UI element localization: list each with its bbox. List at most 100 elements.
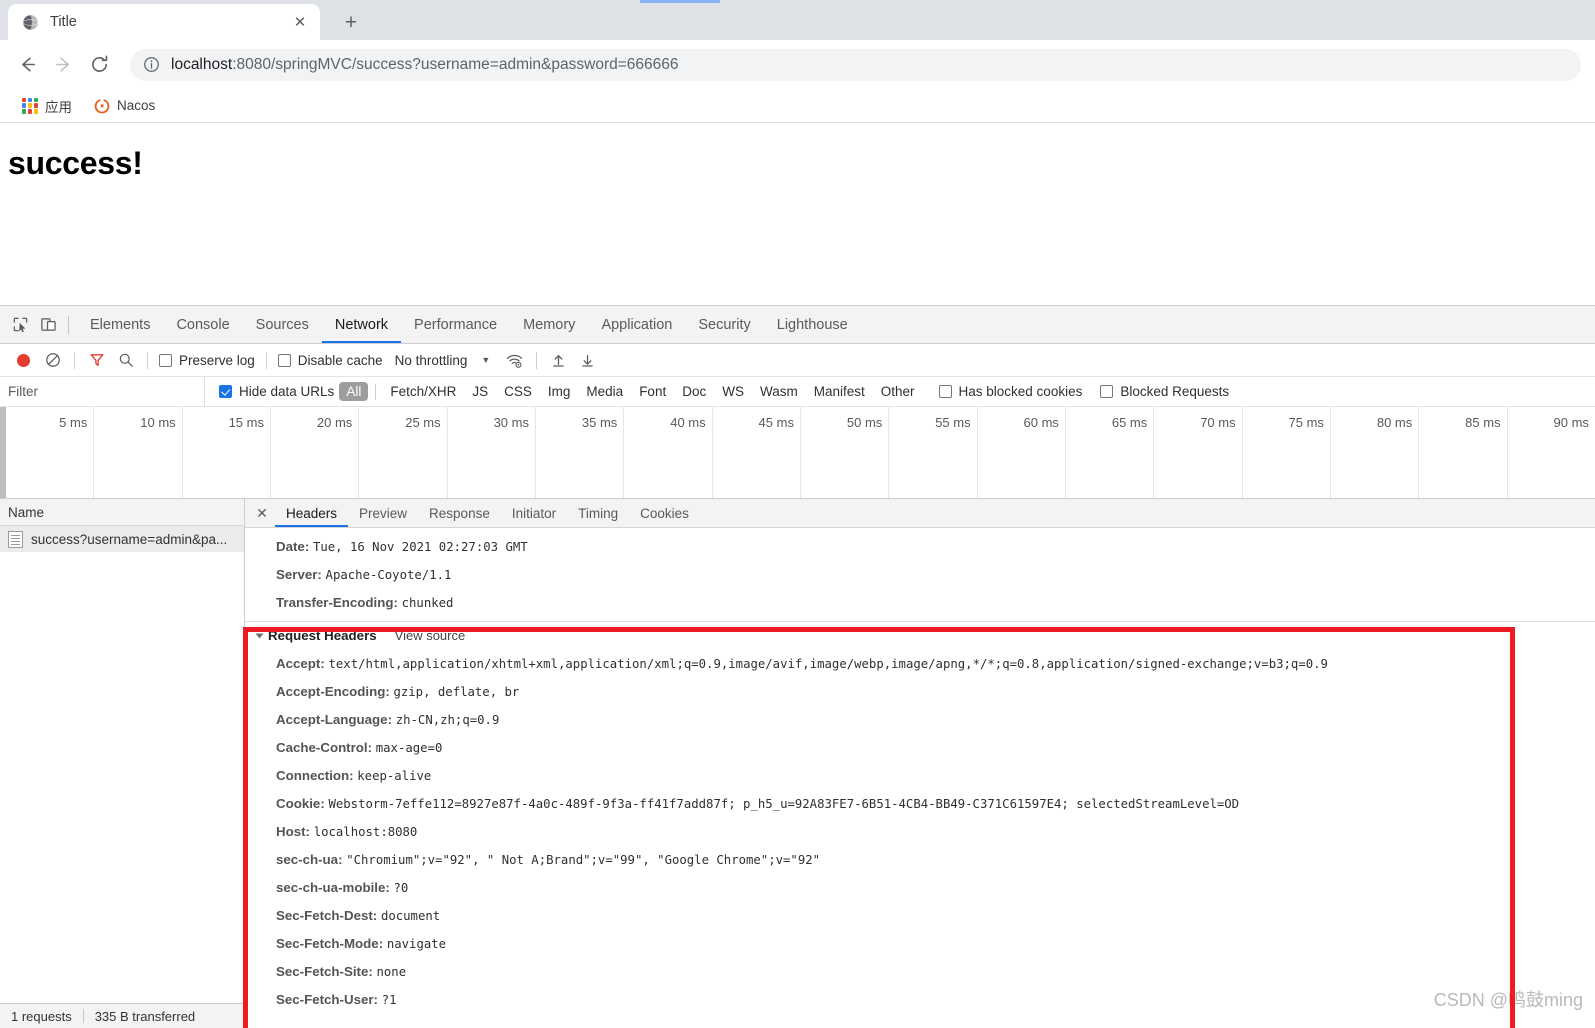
detail-tab-cookies[interactable]: Cookies [629, 499, 700, 527]
preserve-log-checkbox[interactable]: Preserve log [155, 353, 259, 368]
arrow-right-icon[interactable] [46, 48, 80, 82]
timeline-tick: 65 ms [1066, 407, 1155, 498]
close-icon[interactable]: ✕ [290, 12, 310, 32]
column-header-name[interactable]: Name [0, 499, 244, 526]
info-circle-icon[interactable] [143, 56, 160, 73]
header-row: Sec-Fetch-Site: none [245, 958, 1595, 986]
header-row: Accept-Encoding: gzip, deflate, br [245, 678, 1595, 706]
bookmark-apps[interactable]: 应用 [14, 93, 80, 119]
header-key: Accept-Encoding: [276, 684, 390, 699]
detail-tab-response[interactable]: Response [418, 499, 501, 527]
tick-label: 75 ms [1288, 415, 1324, 430]
filter-type-ws[interactable]: WS [715, 382, 751, 401]
watermark: CSDN @鸣鼓ming [1433, 990, 1583, 1010]
browser-tab[interactable]: Title ✕ [8, 4, 320, 40]
timeline-tick: 70 ms [1154, 407, 1243, 498]
devtools-panel: Elements Console Sources Network Perform… [0, 305, 1595, 1028]
request-name: success?username=admin&pa... [31, 531, 228, 547]
close-icon[interactable]: ✕ [249, 500, 275, 526]
tick-label: 25 ms [405, 415, 441, 430]
tab-elements[interactable]: Elements [77, 306, 163, 343]
reload-icon[interactable] [82, 48, 116, 82]
header-key: Connection: [276, 768, 354, 783]
header-value: Webstorm-7effe112=8927e87f-4a0c-489f-9f3… [328, 797, 1240, 811]
header-row: sec-ch-ua-mobile: ?0 [245, 874, 1595, 902]
inspect-element-icon[interactable] [6, 311, 34, 339]
header-row: Date: Tue, 16 Nov 2021 02:27:03 GMT [245, 533, 1595, 561]
url-host: localhost [171, 55, 233, 73]
tab-console[interactable]: Console [163, 306, 242, 343]
network-main: Name success?username=admin&pa... ✕ Head… [0, 499, 1595, 1028]
filter-type-manifest[interactable]: Manifest [807, 382, 872, 401]
header-row: Sec-Fetch-Dest: document [245, 902, 1595, 930]
header-row: Sec-Fetch-User: ?1 [245, 986, 1595, 1014]
wifi-settings-icon[interactable] [500, 346, 529, 375]
toolbar-divider [68, 315, 69, 334]
arrow-left-icon[interactable] [10, 48, 44, 82]
header-key: Sec-Fetch-Dest: [276, 908, 378, 923]
funnel-filter-icon[interactable] [82, 346, 111, 375]
throttling-select[interactable]: No throttling [395, 353, 468, 368]
detail-tab-headers[interactable]: Headers [275, 499, 348, 527]
filter-type-media[interactable]: Media [579, 382, 630, 401]
detail-tab-initiator[interactable]: Initiator [501, 499, 567, 527]
filter-input[interactable] [0, 377, 205, 406]
preserve-log-label: Preserve log [179, 352, 255, 368]
tab-sources[interactable]: Sources [243, 306, 322, 343]
detail-tab-timing[interactable]: Timing [567, 499, 629, 527]
tick-label: 45 ms [758, 415, 794, 430]
toolbar-divider [536, 351, 538, 369]
triangle-down-icon[interactable] [255, 633, 264, 639]
header-row: Cache-Control: max-age=0 [245, 734, 1595, 762]
tab-memory[interactable]: Memory [510, 306, 588, 343]
clear-no-entry-icon[interactable] [38, 346, 67, 375]
tick-label: 55 ms [935, 415, 971, 430]
filter-type-css[interactable]: CSS [497, 382, 539, 401]
filter-type-doc[interactable]: Doc [675, 382, 713, 401]
filter-type-other[interactable]: Other [874, 382, 922, 401]
toolbar-divider [147, 351, 148, 369]
device-toolbar-icon[interactable] [34, 311, 62, 339]
request-headers-section-title[interactable]: Request Headers View source [245, 622, 1595, 650]
header-value: "Chromium";v="92", " Not A;Brand";v="99"… [346, 853, 821, 867]
detail-tab-preview[interactable]: Preview [348, 499, 418, 527]
record-dot-icon[interactable] [9, 346, 38, 375]
tab-application[interactable]: Application [588, 306, 685, 343]
download-arrow-icon[interactable] [573, 346, 602, 375]
header-row: Connection: keep-alive [245, 762, 1595, 790]
blocked-requests-checkbox[interactable]: Blocked Requests [1096, 384, 1233, 399]
tab-network[interactable]: Network [322, 306, 401, 343]
address-bar[interactable]: localhost:8080/springMVC/success?usernam… [130, 48, 1581, 81]
header-value: none [376, 965, 407, 979]
tab-security[interactable]: Security [685, 306, 763, 343]
header-value: zh-CN,zh;q=0.9 [395, 713, 500, 727]
table-row[interactable]: success?username=admin&pa... [0, 526, 244, 552]
network-overview-timeline[interactable]: 5 ms 10 ms 15 ms 20 ms 25 ms 30 ms 35 ms… [0, 407, 1595, 499]
filter-type-wasm[interactable]: Wasm [753, 382, 805, 401]
filter-type-img[interactable]: Img [541, 382, 578, 401]
tick-label: 35 ms [581, 415, 618, 430]
view-source-link[interactable]: View source [395, 622, 466, 650]
tick-label: 90 ms [1553, 415, 1589, 430]
new-tab-button[interactable]: + [336, 7, 366, 37]
bookmark-nacos[interactable]: Nacos [86, 95, 163, 117]
disable-cache-checkbox[interactable]: Disable cache [274, 353, 387, 368]
timeline-tick: 55 ms [889, 407, 978, 498]
search-icon[interactable] [111, 346, 140, 375]
header-value: ?0 [393, 881, 409, 895]
header-key: sec-ch-ua-mobile: [276, 880, 390, 895]
filter-type-js[interactable]: JS [465, 382, 495, 401]
filter-type-font[interactable]: Font [632, 382, 673, 401]
filter-type-all[interactable]: All [339, 382, 369, 401]
has-blocked-cookies-checkbox[interactable]: Has blocked cookies [935, 384, 1087, 399]
tab-lighthouse[interactable]: Lighthouse [764, 306, 861, 343]
timeline-tick: 40 ms [624, 407, 713, 498]
filter-type-fetch-xhr[interactable]: Fetch/XHR [383, 382, 463, 401]
document-icon [8, 530, 23, 548]
tab-performance[interactable]: Performance [401, 306, 510, 343]
detail-tabbar: ✕ Headers Preview Response Initiator Tim… [245, 499, 1595, 528]
chevron-down-icon[interactable]: ▼ [481, 355, 490, 365]
upload-arrow-icon[interactable] [544, 346, 573, 375]
header-row: Transfer-Encoding: chunked [245, 589, 1595, 617]
hide-data-urls-checkbox[interactable]: Hide data URLs [215, 384, 338, 399]
